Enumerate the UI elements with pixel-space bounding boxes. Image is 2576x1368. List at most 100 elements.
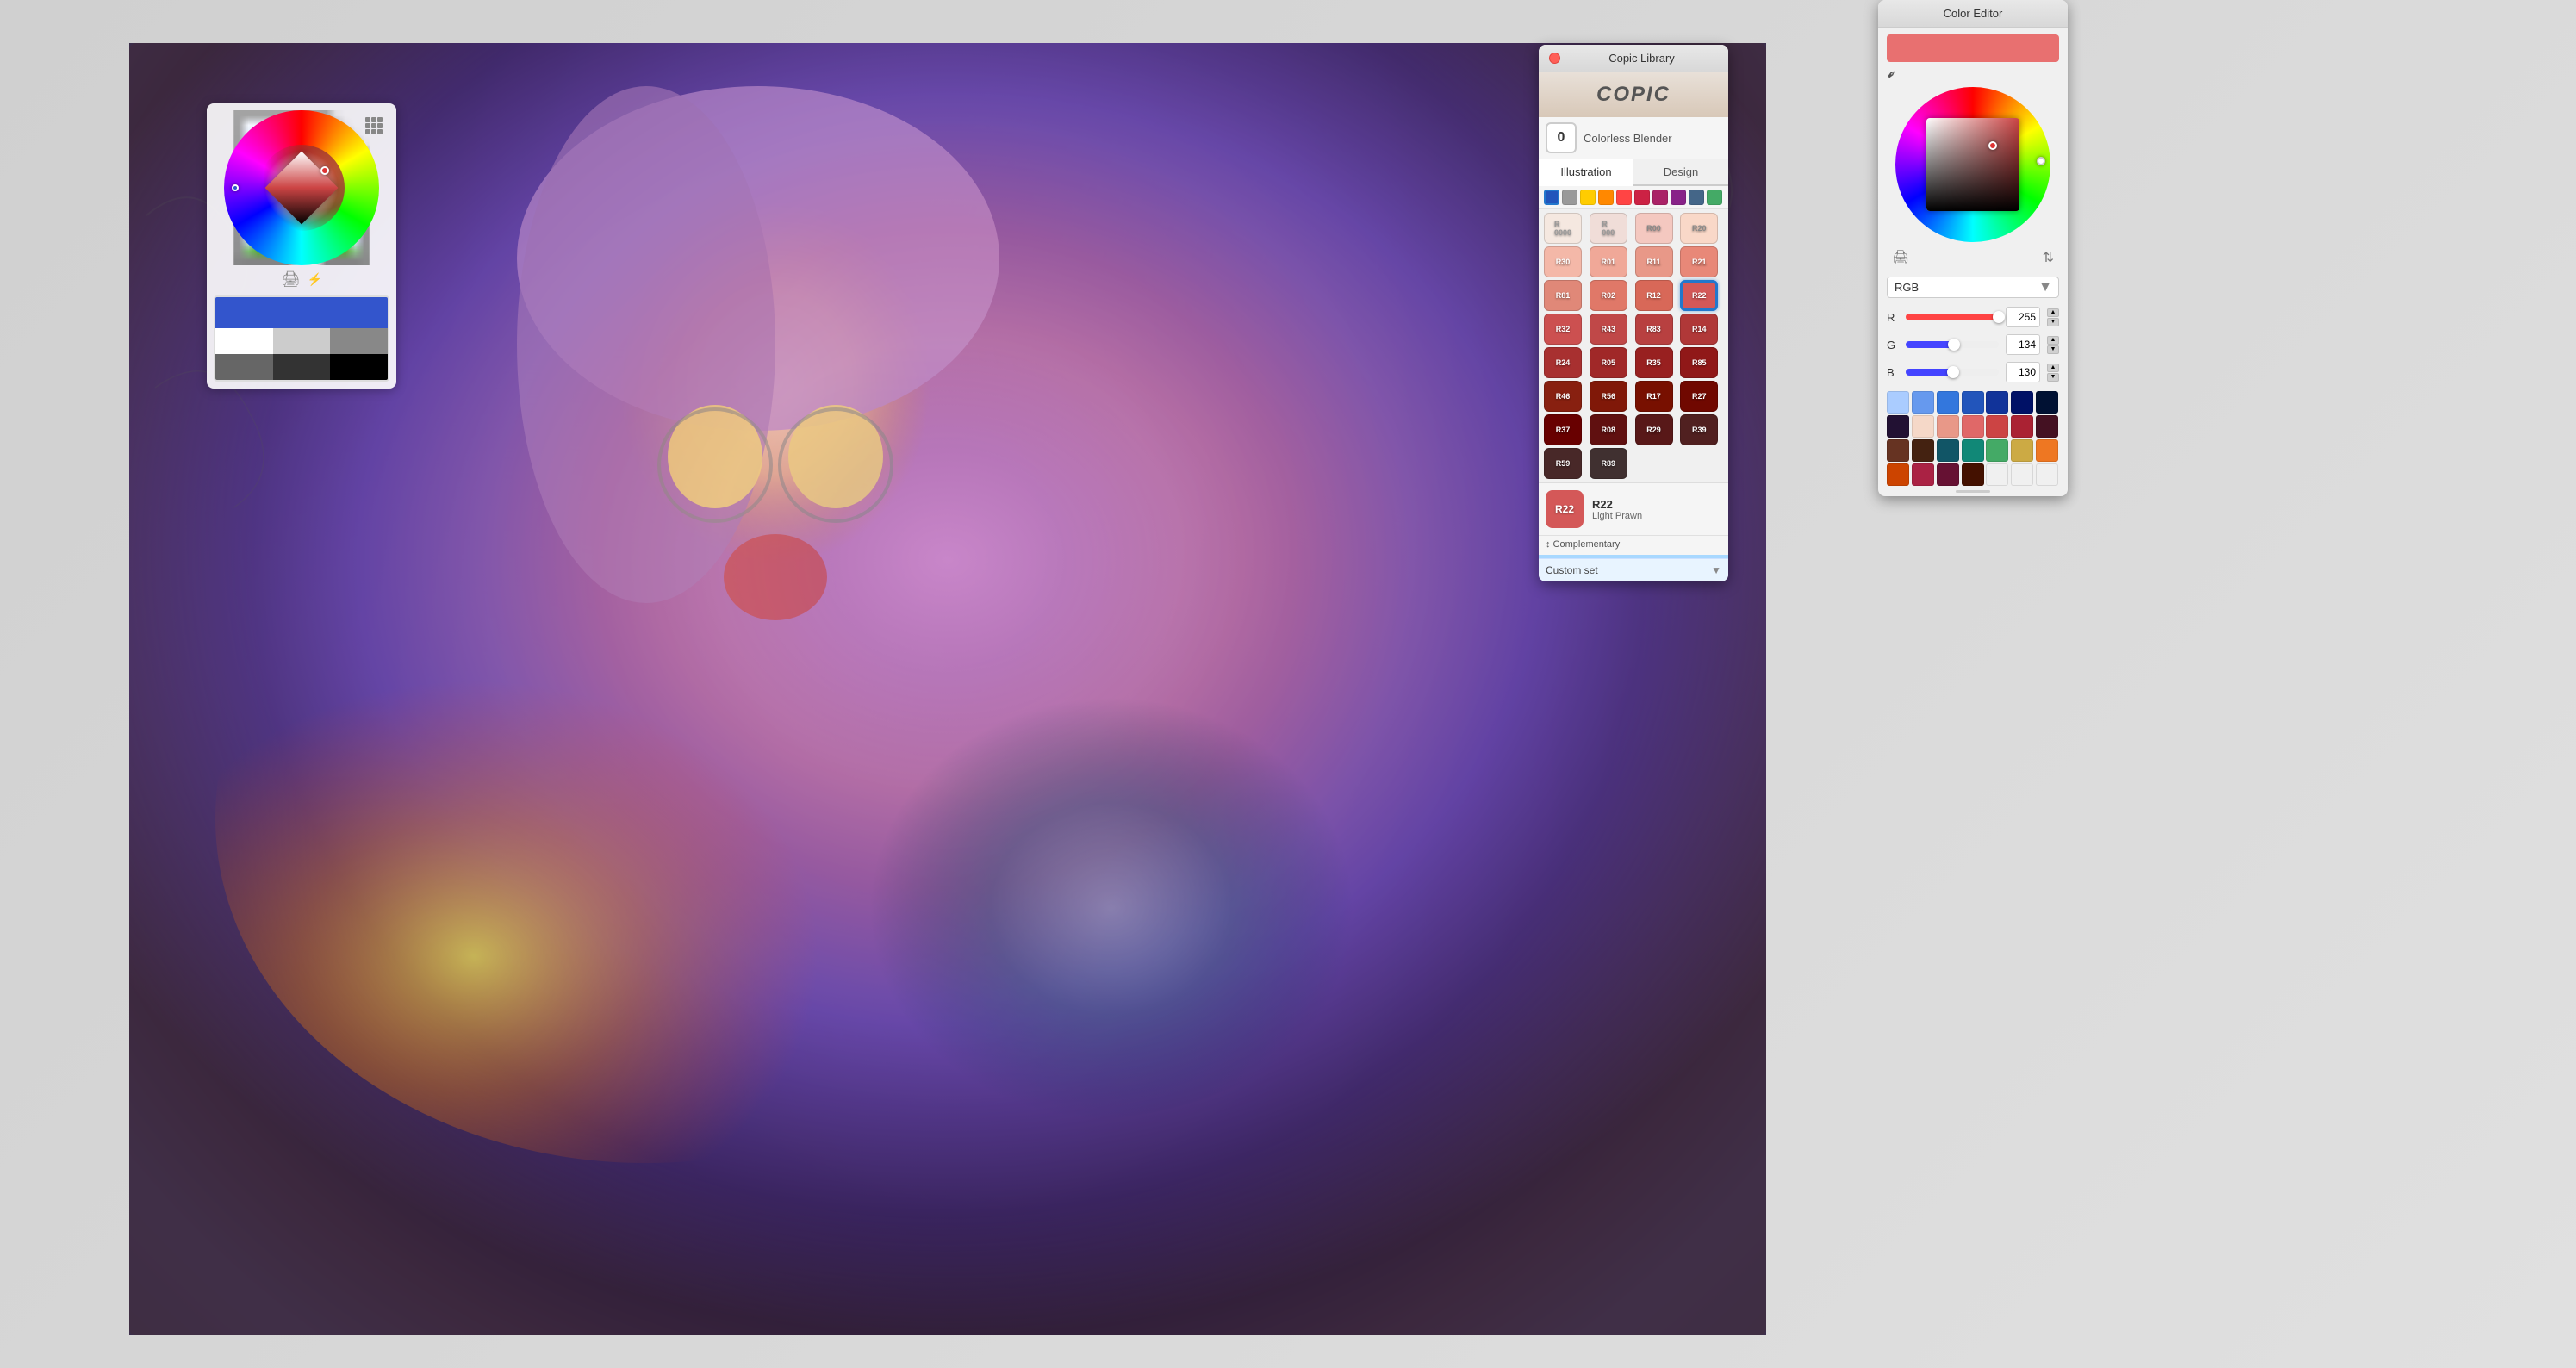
palette-swatch-25[interactable] bbox=[1962, 463, 1984, 486]
swatch-R0000[interactable]: R0000 bbox=[1544, 213, 1582, 244]
swatch-R20[interactable]: R20 bbox=[1680, 213, 1718, 244]
color-wheel[interactable] bbox=[224, 110, 379, 265]
filter-pink[interactable] bbox=[1652, 190, 1668, 205]
palette-swatch-20[interactable] bbox=[2011, 439, 2033, 462]
swatch-R43[interactable]: R43 bbox=[1590, 314, 1627, 345]
panel-resize-handle[interactable] bbox=[1878, 489, 2068, 496]
swatch-R00[interactable]: R00 bbox=[1635, 213, 1673, 244]
swatch-R30[interactable]: R30 bbox=[1544, 246, 1582, 277]
swatch-R14[interactable]: R14 bbox=[1680, 314, 1718, 345]
red-up[interactable]: ▲ bbox=[2047, 308, 2059, 317]
swatch-R02[interactable]: R02 bbox=[1590, 280, 1627, 311]
palette-swatch-7[interactable] bbox=[2036, 391, 2058, 414]
palette-swatch-5[interactable] bbox=[1986, 391, 2008, 414]
swatch-mid-gray[interactable] bbox=[330, 328, 388, 354]
green-stepper[interactable]: ▲ ▼ bbox=[2047, 336, 2059, 354]
large-color-wheel[interactable] bbox=[1895, 87, 2050, 242]
blue-stepper[interactable]: ▲ ▼ bbox=[2047, 364, 2059, 382]
palette-swatch-3[interactable] bbox=[1937, 391, 1959, 414]
swatch-R29[interactable]: R29 bbox=[1635, 414, 1673, 445]
swatch-R83[interactable]: R83 bbox=[1635, 314, 1673, 345]
swatch-R17[interactable]: R17 bbox=[1635, 381, 1673, 412]
palette-swatch-17[interactable] bbox=[1937, 439, 1959, 462]
swatch-gray[interactable] bbox=[215, 354, 273, 380]
swatch-R05[interactable]: R05 bbox=[1590, 347, 1627, 378]
red-value[interactable]: 255 bbox=[2006, 307, 2040, 327]
red-stepper[interactable]: ▲ ▼ bbox=[2047, 308, 2059, 326]
swatch-R32[interactable]: R32 bbox=[1544, 314, 1582, 345]
swatch-R85[interactable]: R85 bbox=[1680, 347, 1718, 378]
custom-set-row[interactable]: Custom set ▼ bbox=[1539, 558, 1728, 581]
palette-swatch-1[interactable] bbox=[1887, 391, 1909, 414]
palette-swatch-12[interactable] bbox=[1986, 415, 2008, 438]
swatch-R81[interactable]: R81 bbox=[1544, 280, 1582, 311]
palette-swatch-13[interactable] bbox=[2011, 415, 2033, 438]
red-down[interactable]: ▼ bbox=[2047, 318, 2059, 326]
swatch-R21[interactable]: R21 bbox=[1680, 246, 1718, 277]
palette-swatch-23[interactable] bbox=[1912, 463, 1934, 486]
palette-swatch-18[interactable] bbox=[1962, 439, 1984, 462]
blue-up[interactable]: ▲ bbox=[2047, 364, 2059, 372]
swatch-R22[interactable]: R22 bbox=[1680, 280, 1718, 311]
blue-slider[interactable] bbox=[1906, 369, 1999, 376]
green-slider[interactable] bbox=[1906, 341, 1999, 348]
selected-swatch-large[interactable]: R22 bbox=[1546, 490, 1584, 528]
swatch-dark-gray[interactable] bbox=[273, 354, 331, 380]
filter-orange[interactable] bbox=[1598, 190, 1614, 205]
filter-dark-red[interactable] bbox=[1634, 190, 1650, 205]
red-slider[interactable] bbox=[1906, 314, 1999, 320]
swatch-light-gray[interactable] bbox=[273, 328, 331, 354]
palette-swatch-14[interactable] bbox=[2036, 415, 2058, 438]
eyedropper-icon[interactable]: ✒ bbox=[1883, 65, 1901, 83]
palette-swatch-21[interactable] bbox=[2036, 439, 2058, 462]
palette-swatch-9[interactable] bbox=[1912, 415, 1934, 438]
green-up[interactable]: ▲ bbox=[2047, 336, 2059, 345]
palette-swatch-11[interactable] bbox=[1962, 415, 1984, 438]
swatch-R01[interactable]: R01 bbox=[1590, 246, 1627, 277]
blue-down[interactable]: ▼ bbox=[2047, 373, 2059, 382]
filter-gray[interactable] bbox=[1562, 190, 1577, 205]
tab-illustration[interactable]: Illustration bbox=[1539, 159, 1633, 186]
tab-design[interactable]: Design bbox=[1633, 159, 1728, 184]
color-mode-select[interactable]: RGB HSB HSL Lab CMYK bbox=[1887, 277, 2059, 298]
swap-icon[interactable]: ⇅ bbox=[2043, 249, 2054, 266]
green-value[interactable]: 134 bbox=[2006, 334, 2040, 355]
palette-swatch-24[interactable] bbox=[1937, 463, 1959, 486]
zero-badge[interactable]: 0 bbox=[1546, 122, 1577, 153]
palette-swatch-16[interactable] bbox=[1912, 439, 1934, 462]
color-preview-bar[interactable] bbox=[1887, 34, 2059, 62]
green-down[interactable]: ▼ bbox=[2047, 345, 2059, 354]
dropdown-arrow-icon[interactable]: ▼ bbox=[1711, 564, 1721, 576]
palette-swatch-15[interactable] bbox=[1887, 439, 1909, 462]
filter-purple[interactable] bbox=[1671, 190, 1686, 205]
filter-red[interactable] bbox=[1616, 190, 1632, 205]
swatch-R27[interactable]: R27 bbox=[1680, 381, 1718, 412]
close-button[interactable] bbox=[1549, 53, 1560, 64]
foreground-color-swatch[interactable] bbox=[215, 297, 388, 328]
swatch-R37[interactable]: R37 bbox=[1544, 414, 1582, 445]
swatch-R56[interactable]: R56 bbox=[1590, 381, 1627, 412]
filter-green[interactable] bbox=[1707, 190, 1722, 205]
palette-swatch-19[interactable] bbox=[1986, 439, 2008, 462]
swatch-R08[interactable]: R08 bbox=[1590, 414, 1627, 445]
swatch-R89[interactable]: R89 bbox=[1590, 448, 1627, 479]
swatch-R11[interactable]: R11 bbox=[1635, 246, 1673, 277]
swatch-R39[interactable]: R39 bbox=[1680, 414, 1718, 445]
swatch-R59[interactable]: R59 bbox=[1544, 448, 1582, 479]
palette-swatch-22[interactable] bbox=[1887, 463, 1909, 486]
swatch-black[interactable] bbox=[330, 354, 388, 380]
swatch-R46[interactable]: R46 bbox=[1544, 381, 1582, 412]
filter-blue[interactable] bbox=[1544, 190, 1559, 205]
palette-swatch-2[interactable] bbox=[1912, 391, 1934, 414]
swatch-R24[interactable]: R24 bbox=[1544, 347, 1582, 378]
print-icon[interactable]: 🖨 bbox=[1892, 249, 1909, 266]
filter-yellow[interactable] bbox=[1580, 190, 1596, 205]
palette-swatch-6[interactable] bbox=[2011, 391, 2033, 414]
palette-swatch-10[interactable] bbox=[1937, 415, 1959, 438]
swatch-R35[interactable]: R35 bbox=[1635, 347, 1673, 378]
palette-swatch-8[interactable] bbox=[1887, 415, 1909, 438]
blue-value[interactable]: 130 bbox=[2006, 362, 2040, 382]
printer-icon[interactable]: 🖨 bbox=[281, 270, 301, 289]
swatch-white[interactable] bbox=[215, 328, 273, 354]
swatch-R12[interactable]: R12 bbox=[1635, 280, 1673, 311]
